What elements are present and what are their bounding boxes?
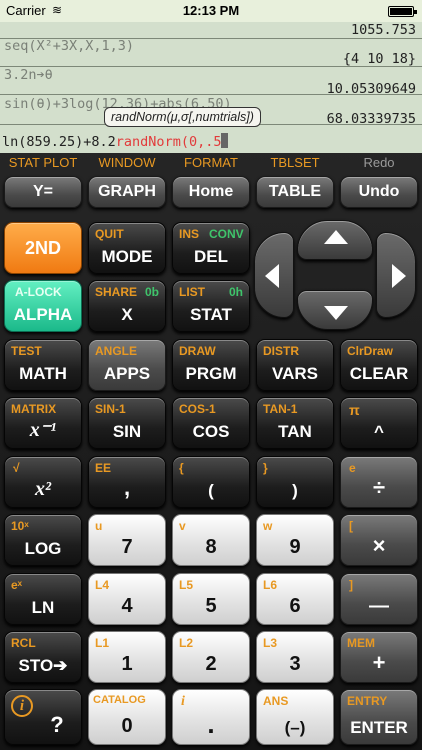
prgm-button[interactable]: DRAW PRGM	[172, 339, 250, 391]
info-icon: i	[11, 695, 33, 717]
history-result: {4 10 18}	[342, 51, 416, 67]
tan-button[interactable]: TAN-1 TAN	[256, 397, 334, 449]
vars-button[interactable]: DISTR VARS	[256, 339, 334, 391]
comma-button[interactable]: EE ,	[88, 456, 166, 508]
log-button[interactable]: 10ˣ LOG	[4, 514, 82, 566]
right-arrow-icon	[392, 264, 406, 288]
sin-button[interactable]: SIN-1 SIN	[88, 397, 166, 449]
format-label: FORMAT	[184, 155, 238, 170]
y-equals-button[interactable]: Y=	[4, 176, 82, 208]
left-paren-button[interactable]: { (	[172, 456, 250, 508]
ln-button[interactable]: eˣ LN	[4, 573, 82, 625]
store-button[interactable]: RCL STO➔	[4, 631, 82, 683]
digit-6-button[interactable]: L6 6	[256, 573, 334, 625]
digit-9-button[interactable]: w 9	[256, 514, 334, 566]
help-button[interactable]: i ?	[4, 689, 82, 745]
digit-3-button[interactable]: L3 3	[256, 631, 334, 683]
redo-label: Redo	[363, 155, 395, 170]
down-arrow-icon	[324, 306, 348, 320]
second-button[interactable]: 2ND	[4, 222, 82, 274]
x-variable-button[interactable]: SHARE 0b X	[88, 280, 166, 332]
del-button[interactable]: INS CONV DEL	[172, 222, 250, 274]
right-arrow-button[interactable]	[376, 232, 416, 318]
negative-button[interactable]: ANS (–)	[256, 689, 334, 745]
add-button[interactable]: MEM +	[340, 631, 418, 683]
down-arrow-button[interactable]	[297, 290, 373, 330]
digit-0-button[interactable]: CATALOG 0	[88, 689, 166, 745]
stat-button[interactable]: LIST 0h STAT	[172, 280, 250, 332]
clear-button[interactable]: ClrDraw CLEAR	[340, 339, 418, 391]
left-arrow-icon	[265, 264, 279, 288]
window-label: WINDOW	[98, 155, 156, 170]
history-expression: 3.2n➔θ	[4, 67, 53, 83]
text-cursor	[221, 133, 229, 148]
cos-button[interactable]: COS-1 COS	[172, 397, 250, 449]
digit-5-button[interactable]: L5 5	[172, 573, 250, 625]
undo-button[interactable]: Undo	[340, 176, 418, 208]
digit-7-button[interactable]: u 7	[88, 514, 166, 566]
digit-1-button[interactable]: L1 1	[88, 631, 166, 683]
power-button[interactable]: π ^	[340, 397, 418, 449]
status-bar: Carrier ≋ 12:13 PM	[0, 0, 422, 22]
up-arrow-button[interactable]	[297, 220, 373, 260]
stat-plot-label: STAT PLOT	[8, 155, 78, 170]
digit-2-button[interactable]: L2 2	[172, 631, 250, 683]
subtract-button[interactable]: ] —	[340, 573, 418, 625]
input-line[interactable]: ln(859.25)+8.2randNorm(0,.5	[2, 133, 229, 150]
history-result: 68.03339735	[326, 111, 416, 127]
graph-button[interactable]: GRAPH	[88, 176, 166, 208]
left-arrow-button[interactable]	[254, 232, 294, 318]
history-result: 10.05309649	[326, 81, 416, 97]
enter-button[interactable]: ENTRY ENTER	[340, 689, 418, 745]
input-prefix: ln(859.25)+8.2	[2, 134, 116, 150]
clock: 12:13 PM	[182, 3, 240, 18]
calculator-display[interactable]: 1055.753 seq(X²+3X,X,1,3) {4 10 18} 3.2n…	[0, 22, 422, 153]
history-expression: seq(X²+3X,X,1,3)	[4, 38, 135, 54]
table-button[interactable]: TABLE	[256, 176, 334, 208]
math-button[interactable]: TEST MATH	[4, 339, 82, 391]
square-button[interactable]: √ x²	[4, 456, 82, 508]
right-paren-button[interactable]: } )	[256, 456, 334, 508]
reciprocal-button[interactable]: MATRIX x⁻¹	[4, 397, 82, 449]
input-function: randNorm(0,.5	[115, 134, 222, 150]
digit-4-button[interactable]: L4 4	[88, 573, 166, 625]
calculator-app: Carrier ≋ 12:13 PM 1055.753 seq(X²+3X,X,…	[0, 0, 422, 750]
up-arrow-icon	[324, 230, 348, 244]
battery-icon	[388, 6, 417, 17]
decimal-point-button[interactable]: i .	[172, 689, 250, 745]
apps-button[interactable]: ANGLE APPS	[88, 339, 166, 391]
multiply-button[interactable]: [ ×	[340, 514, 418, 566]
alpha-button[interactable]: A-LOCK ALPHA	[4, 280, 82, 332]
home-button[interactable]: Home	[172, 176, 250, 208]
history-result: 1055.753	[350, 22, 416, 38]
divide-button[interactable]: e ÷	[340, 456, 418, 508]
digit-8-button[interactable]: v 8	[172, 514, 250, 566]
syntax-tooltip: randNorm(μ,σ[,numtrials])	[104, 107, 261, 127]
mode-button[interactable]: QUIT MODE	[88, 222, 166, 274]
tblset-label: TBLSET	[270, 155, 320, 170]
